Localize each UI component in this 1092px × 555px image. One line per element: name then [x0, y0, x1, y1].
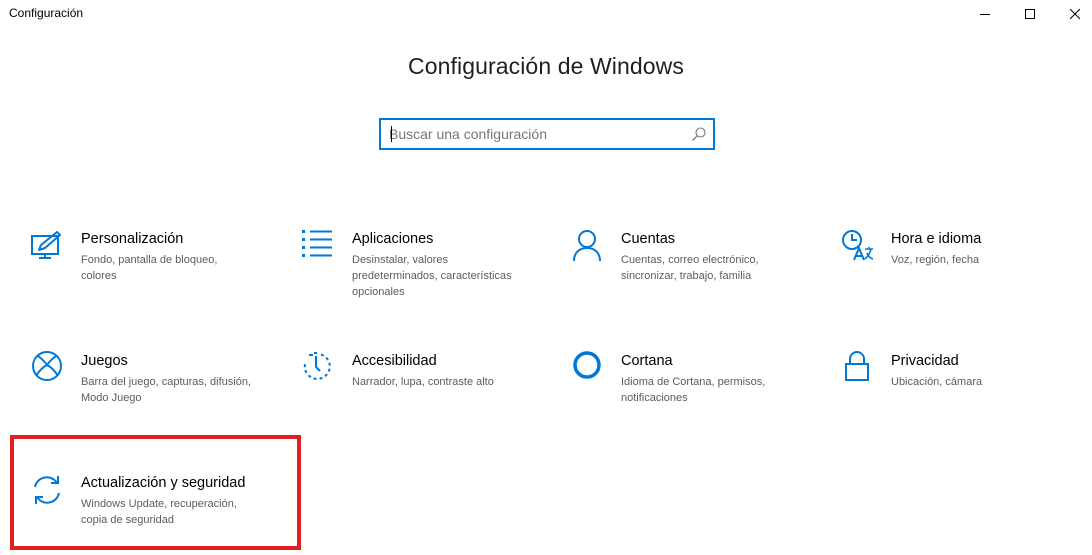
tile-title: Hora e idioma	[891, 231, 982, 247]
tile-title: Aplicaciones	[352, 231, 434, 247]
search-input[interactable]	[389, 120, 679, 148]
cortana-icon	[573, 351, 601, 379]
personalization-icon	[31, 231, 61, 259]
window-title: Configuración	[9, 6, 84, 20]
tile-description: Windows Update, recuperación, copia de s…	[81, 498, 237, 526]
time-language-icon	[842, 230, 874, 261]
tile-update-security[interactable]: Actualización y seguridad Windows Update…	[30, 473, 270, 553]
tile-title: Cuentas	[621, 231, 676, 247]
tile-title: Privacidad	[891, 353, 959, 369]
tile-title: Juegos	[81, 353, 128, 369]
tile-description: Cuentas, correo electrónico, sincronizar…	[621, 254, 759, 282]
update-security-icon	[34, 476, 60, 504]
tile-cortana[interactable]: Cortana Idioma de Cortana, permisos, not…	[570, 351, 810, 431]
tile-gaming[interactable]: Juegos Barra del juego, capturas, difusi…	[30, 351, 270, 431]
maximize-icon	[1025, 9, 1035, 19]
tile-description: Narrador, lupa, contraste alto	[352, 376, 494, 388]
privacy-icon	[845, 351, 869, 381]
title-bar: Configuración	[0, 0, 1092, 28]
settings-window: Configuración Configuración de Windows B…	[0, 0, 1092, 555]
tile-description: Desinstalar, valores predeterminados, ca…	[352, 254, 512, 298]
tile-description: Idioma de Cortana, permisos, notificacio…	[621, 376, 766, 404]
tile-description: Barra del juego, capturas, difusión, Mod…	[81, 376, 251, 404]
tile-description: Voz, región, fecha	[891, 254, 980, 266]
search-icon[interactable]	[691, 126, 707, 142]
tile-description: Ubicación, cámara	[891, 376, 983, 388]
tile-accounts[interactable]: Cuentas Cuentas, correo electrónico, sin…	[570, 229, 810, 309]
accounts-icon	[573, 230, 601, 262]
search-box[interactable]	[379, 118, 715, 150]
close-button[interactable]	[1052, 0, 1092, 28]
minimize-icon	[980, 14, 990, 15]
tile-title: Personalización	[81, 231, 184, 247]
tile-privacy[interactable]: Privacidad Ubicación, cámara	[840, 351, 1080, 431]
tile-title: Cortana	[621, 353, 673, 369]
tile-apps[interactable]: Aplicaciones Desinstalar, valores predet…	[301, 229, 541, 309]
tile-time-language[interactable]: Hora e idioma Voz, región, fecha	[840, 229, 1080, 309]
maximize-button[interactable]	[1007, 0, 1053, 28]
gaming-icon	[32, 351, 62, 381]
text-caret	[391, 126, 392, 142]
tile-ease-of-access[interactable]: Accesibilidad Narrador, lupa, contraste …	[301, 351, 541, 431]
tile-personalization[interactable]: Personalización Fondo, pantalla de bloqu…	[30, 229, 270, 309]
minimize-button[interactable]	[962, 0, 1008, 28]
tile-title: Actualización y seguridad	[81, 475, 246, 491]
tile-description: Fondo, pantalla de bloqueo, colores	[81, 254, 218, 282]
close-icon	[1070, 9, 1080, 19]
ease-of-access-icon	[303, 352, 331, 380]
page-title: Configuración de Windows	[408, 53, 684, 79]
tile-title: Accesibilidad	[352, 353, 437, 369]
apps-icon	[302, 230, 332, 257]
